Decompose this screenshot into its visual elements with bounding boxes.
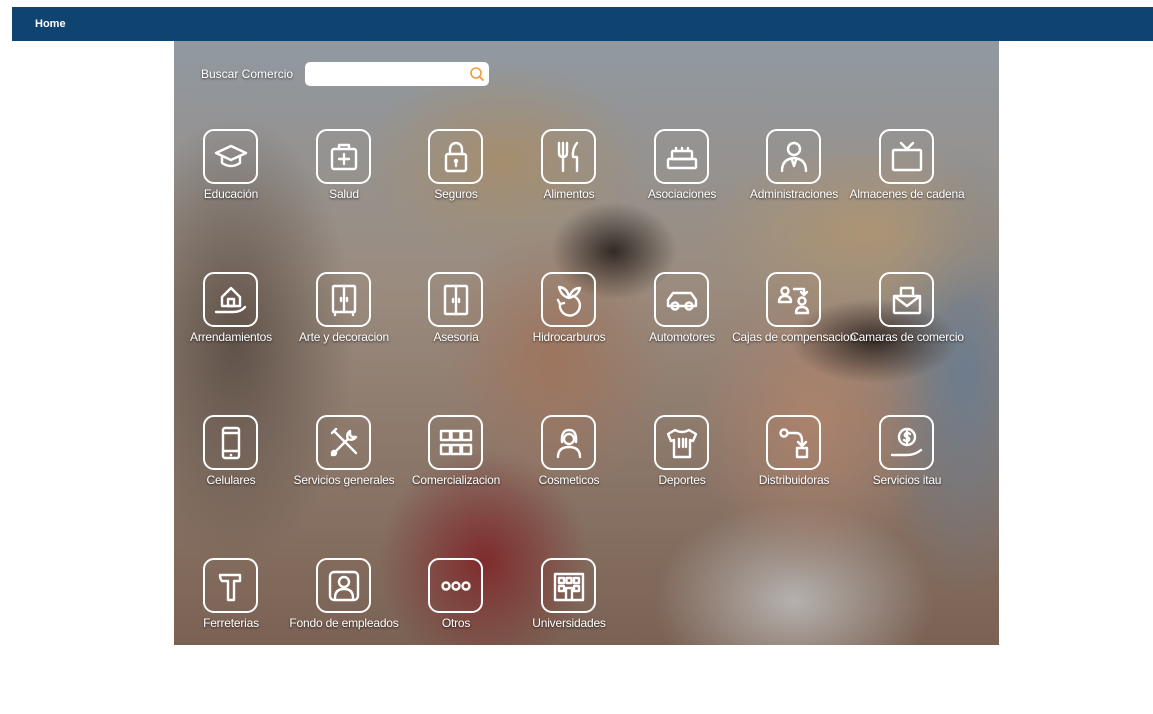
category-tile-educacion[interactable]: Educación: [175, 129, 287, 249]
category-label: Arrendamientos: [190, 330, 272, 344]
category-tile-fondo-de-empleados[interactable]: Fondo de empleados: [288, 558, 400, 678]
graduation-cap-icon: [203, 129, 258, 184]
padlock-icon: [428, 129, 483, 184]
dots-icon: [428, 558, 483, 613]
category-tile-asociaciones[interactable]: Asociaciones: [626, 129, 738, 249]
category-tile-deportes[interactable]: Deportes: [626, 415, 738, 535]
category-tile-arte-y-decoracion[interactable]: Arte y decoracion: [288, 272, 400, 392]
blocks-icon: [654, 129, 709, 184]
search-input[interactable]: [305, 62, 466, 86]
category-tile-arrendamientos[interactable]: Arrendamientos: [175, 272, 287, 392]
category-tile-automotores[interactable]: Automotores: [626, 272, 738, 392]
category-label: Cajas de compensacion: [732, 330, 856, 344]
search-icon[interactable]: [469, 66, 485, 82]
category-tile-cosmeticos[interactable]: Cosmeticos: [513, 415, 625, 535]
search-label: Buscar Comercio: [201, 67, 294, 81]
woman-icon: [541, 415, 596, 470]
employee-icon: [316, 558, 371, 613]
people-exchange-icon: [766, 272, 821, 327]
category-label: Automotores: [649, 330, 715, 344]
category-tile-alimentos[interactable]: Alimentos: [513, 129, 625, 249]
category-label: Universidades: [532, 616, 606, 630]
house-hand-icon: [203, 272, 258, 327]
category-tile-salud[interactable]: Salud: [288, 129, 400, 249]
category-label: Salud: [329, 187, 359, 201]
hammer-icon: [203, 558, 258, 613]
category-tile-hidrocarburos[interactable]: Hidrocarburos: [513, 272, 625, 392]
category-tile-comercializacion[interactable]: Comercializacion: [400, 415, 512, 535]
category-tile-otros[interactable]: Otros: [400, 558, 512, 678]
route-icon: [766, 415, 821, 470]
leaf-recycle-icon: [541, 272, 596, 327]
category-tile-universidades[interactable]: Universidades: [513, 558, 625, 678]
category-label: Seguros: [434, 187, 478, 201]
category-label: Alimentos: [543, 187, 595, 201]
wardrobe-icon: [316, 272, 371, 327]
category-label: Ferreterias: [203, 616, 259, 630]
medical-kit-icon: [316, 129, 371, 184]
category-label: Asociaciones: [647, 187, 717, 201]
top-nav-bar: Home: [12, 7, 1153, 41]
category-tile-seguros[interactable]: Seguros: [400, 129, 512, 249]
tv-icon: [879, 129, 934, 184]
search-box: [305, 62, 490, 86]
category-label: Otros: [441, 616, 471, 630]
category-tile-administraciones[interactable]: Administraciones: [738, 129, 850, 249]
building-icon: [541, 558, 596, 613]
phone-icon: [203, 415, 258, 470]
category-tile-servicios-itau[interactable]: Servicios itau: [851, 415, 963, 535]
category-tile-cajas-de-compensacion[interactable]: Cajas de compensacion: [732, 272, 856, 392]
category-label: Educación: [203, 187, 259, 201]
category-tile-ferreterias[interactable]: Ferreterias: [175, 558, 287, 678]
fork-knife-icon: [541, 129, 596, 184]
home-link[interactable]: Home: [35, 18, 66, 30]
category-label: Celulares: [206, 473, 256, 487]
category-label: Hidrocarburos: [532, 330, 606, 344]
search-bar: Buscar Comercio: [201, 62, 490, 86]
category-label: Distribuidoras: [758, 473, 830, 487]
category-tile-almacenes-de-cadena[interactable]: Almacenes de cadena: [850, 129, 965, 249]
envelope-icon: [879, 272, 934, 327]
category-label: Cosmeticos: [538, 473, 600, 487]
category-tile-celulares[interactable]: Celulares: [175, 415, 287, 535]
coin-hand-icon: [879, 415, 934, 470]
category-label: Servicios itau: [872, 473, 942, 487]
category-tile-camaras-de-comercio[interactable]: Camaras de comercio: [850, 272, 964, 392]
category-tile-asesoria[interactable]: Asesoria: [400, 272, 512, 392]
category-label: Fondo de empleados: [289, 616, 399, 630]
category-label: Arte y decoracion: [299, 330, 389, 344]
category-label: Camaras de comercio: [850, 330, 964, 344]
category-label: Comercializacion: [411, 473, 501, 487]
category-label: Servicios generales: [293, 473, 395, 487]
car-icon: [654, 272, 709, 327]
category-label: Almacenes de cadena: [849, 187, 965, 201]
category-label: Administraciones: [749, 187, 839, 201]
category-tile-distribuidoras[interactable]: Distribuidoras: [738, 415, 850, 535]
person-tie-icon: [766, 129, 821, 184]
category-label: Asesoria: [433, 330, 479, 344]
tools-icon: [316, 415, 371, 470]
category-label: Deportes: [658, 473, 706, 487]
door-icon: [428, 272, 483, 327]
grid-boxes-icon: [428, 415, 483, 470]
category-tile-servicios-generales[interactable]: Servicios generales: [288, 415, 400, 535]
jersey-icon: [654, 415, 709, 470]
